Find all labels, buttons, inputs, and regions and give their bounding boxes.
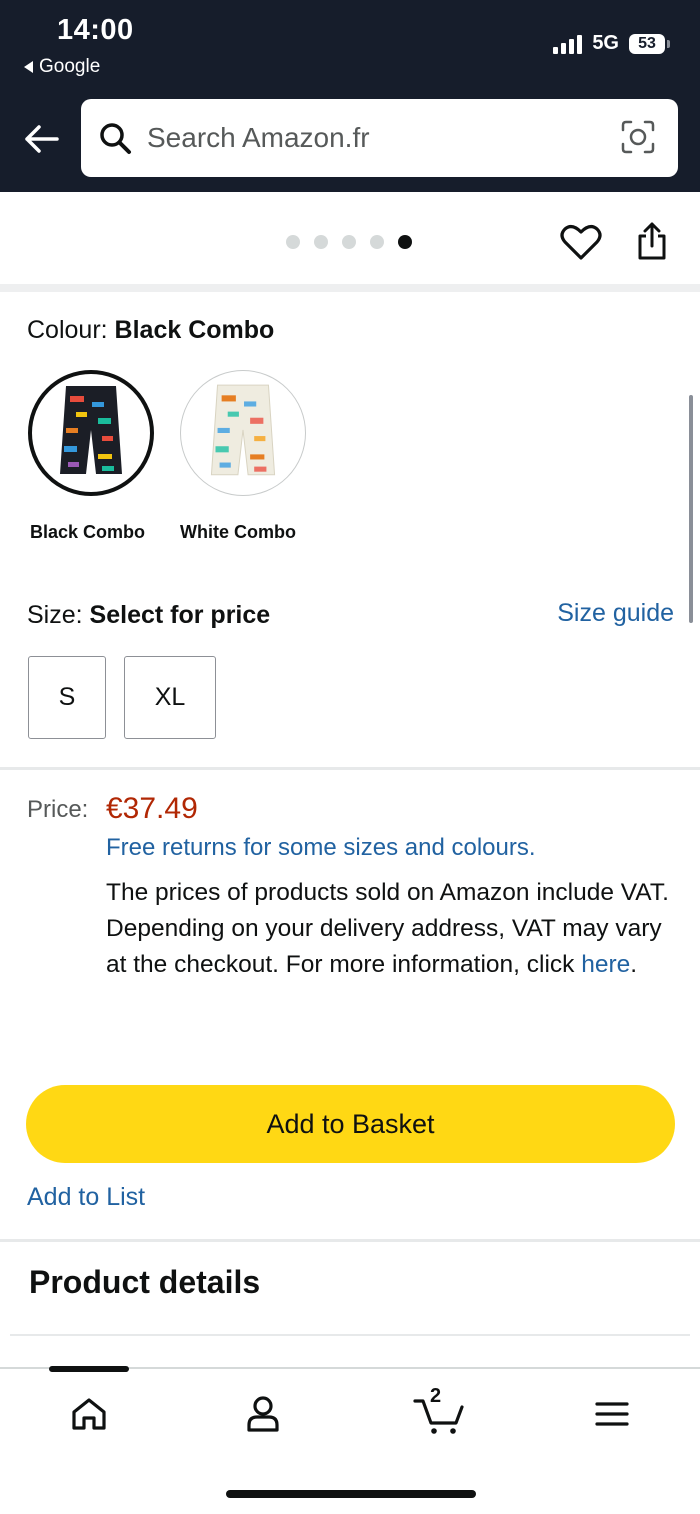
nav-account[interactable]: [233, 1389, 293, 1439]
top-header: 14:00 Google 5G 53: [0, 0, 700, 192]
size-guide-link[interactable]: Size guide: [557, 599, 674, 628]
search-icon: [100, 123, 131, 154]
status-time: 14:00: [57, 14, 134, 46]
nav-cart[interactable]: 2: [408, 1385, 468, 1439]
signal-icon: [553, 34, 583, 54]
gallery-dot[interactable]: [342, 235, 356, 249]
image-gallery-controls: [0, 192, 700, 284]
add-to-list-link[interactable]: Add to List: [27, 1183, 145, 1212]
home-icon: [72, 1398, 106, 1430]
section-divider: [0, 1239, 700, 1242]
back-triangle-icon: [24, 61, 33, 73]
back-arrow-button[interactable]: [20, 118, 62, 160]
size-option-xl[interactable]: XL: [124, 656, 216, 739]
home-indicator-bar[interactable]: [226, 1490, 476, 1498]
white-combo-shorts-image: [187, 377, 299, 489]
scrollbar[interactable]: [689, 395, 693, 623]
section-divider: [10, 1334, 690, 1336]
nav-home[interactable]: [59, 1389, 119, 1439]
vat-notice: The prices of products sold on Amazon in…: [106, 879, 669, 978]
product-details-heading[interactable]: Product details: [29, 1264, 260, 1301]
back-arrow-icon: [25, 125, 59, 153]
status-indicators: 5G 53: [553, 32, 670, 55]
heart-icon: [560, 225, 602, 260]
price-label: Price:: [27, 796, 89, 823]
size-label: Size: Select for price: [27, 601, 271, 629]
active-tab-indicator: [49, 1366, 129, 1372]
gallery-dot[interactable]: [286, 235, 300, 249]
battery-level: 53: [629, 33, 665, 54]
back-to-app-link[interactable]: Google: [24, 56, 100, 78]
share-button[interactable]: [634, 220, 670, 267]
nav-menu[interactable]: [582, 1389, 642, 1439]
gallery-dot[interactable]: [370, 235, 384, 249]
price-amount: €37.49: [106, 792, 198, 825]
gallery-dots: [286, 235, 412, 249]
black-combo-shorts-image: [36, 378, 146, 488]
colour-swatch-white-combo[interactable]: [180, 370, 306, 496]
wishlist-button[interactable]: [560, 222, 602, 267]
size-value: Select for price: [89, 601, 271, 629]
cart-count-badge: 2: [430, 1385, 442, 1407]
add-to-basket-button[interactable]: Add to Basket: [26, 1085, 675, 1163]
vat-here-link[interactable]: here: [581, 951, 630, 978]
share-icon: [638, 222, 666, 260]
swatch-label-white-combo: White Combo: [180, 522, 296, 542]
section-divider: [0, 767, 700, 770]
size-option-s[interactable]: S: [28, 656, 106, 739]
search-bar[interactable]: [81, 99, 678, 177]
section-divider: [0, 284, 700, 292]
search-input[interactable]: [147, 117, 607, 159]
network-type: 5G: [592, 32, 619, 54]
battery-icon: 53: [629, 33, 670, 54]
camera-search-icon[interactable]: [620, 119, 656, 155]
back-app-label: Google: [39, 56, 101, 77]
swatch-label-black-combo: Black Combo: [30, 522, 146, 542]
free-returns-link[interactable]: Free returns for some sizes and colours.: [106, 834, 536, 862]
gallery-dot[interactable]: [314, 235, 328, 249]
selected-colour: Black Combo: [114, 316, 275, 344]
gallery-dot-active[interactable]: [398, 235, 412, 249]
account-icon: [247, 1396, 279, 1432]
menu-icon: [595, 1402, 629, 1426]
colour-label: Colour: Black Combo: [27, 316, 275, 344]
colour-swatch-black-combo[interactable]: [28, 370, 154, 496]
